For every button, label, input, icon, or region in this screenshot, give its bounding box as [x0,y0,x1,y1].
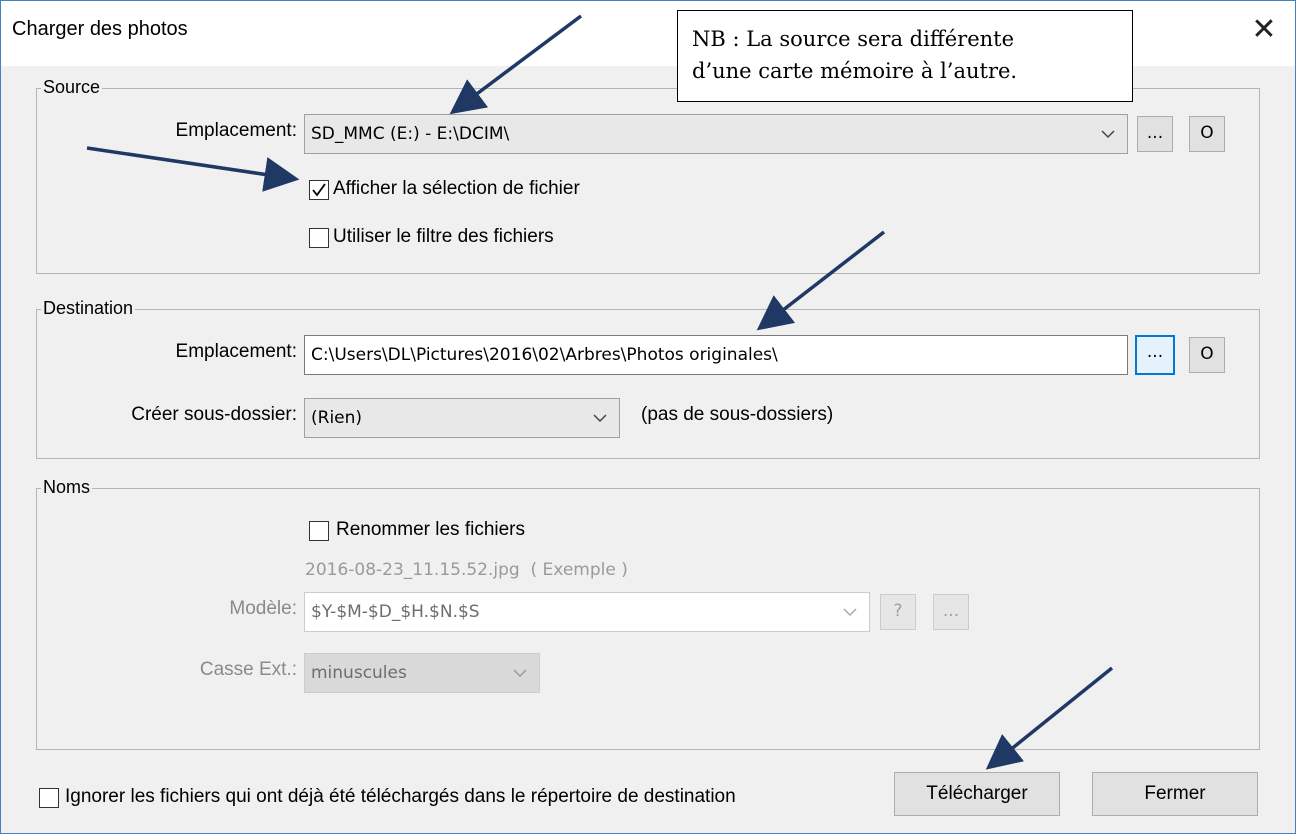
arrow-to-show-selection [86,146,300,192]
annotation-arrows [86,14,1114,770]
arrow-to-download-button [985,666,1114,770]
arrow-to-destination-location [756,230,886,331]
arrow-to-source-location [449,14,583,115]
